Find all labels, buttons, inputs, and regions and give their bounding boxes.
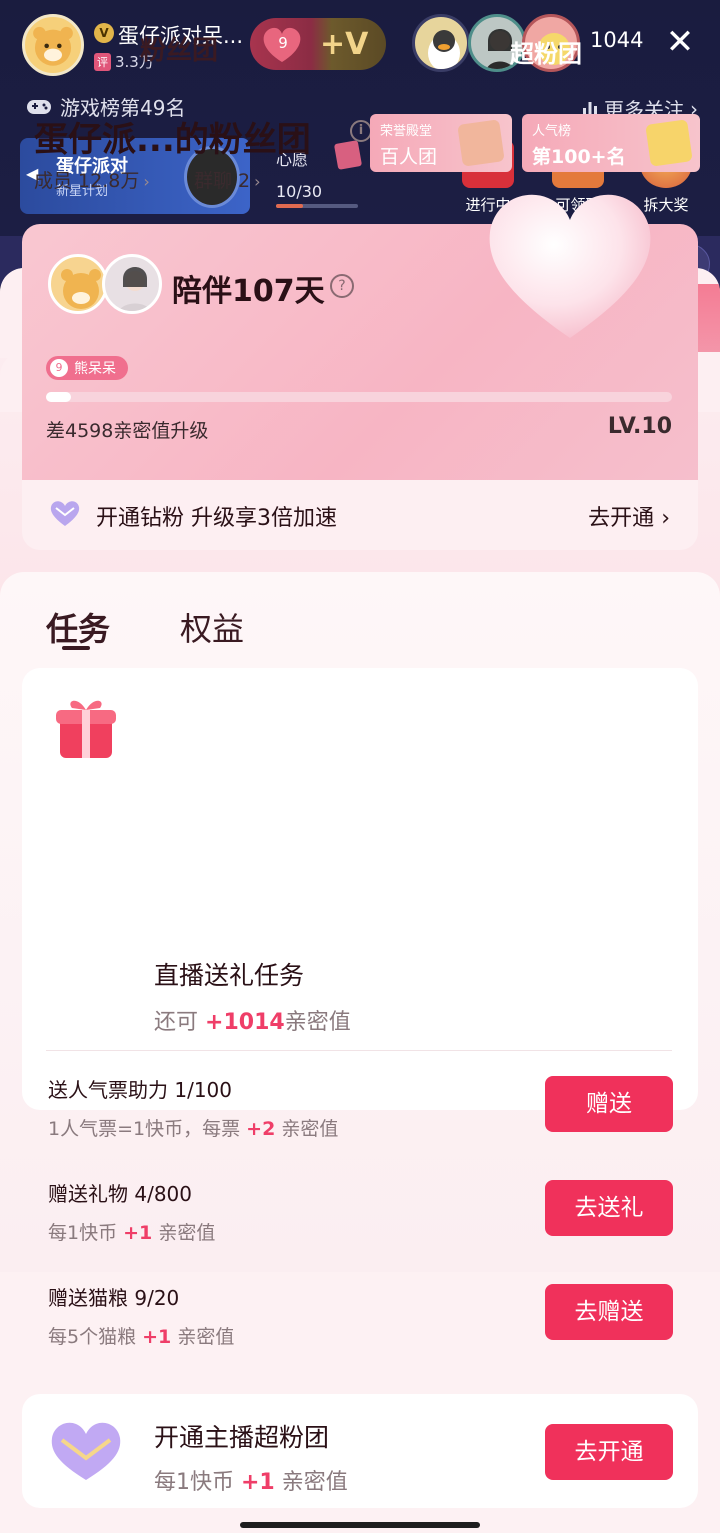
diamond-open-link[interactable]: 去开通 › xyxy=(588,500,670,532)
host-sub-tag: 评 xyxy=(94,52,111,71)
task-desc-prefix: 每1快币 xyxy=(48,1222,118,1244)
super-fan-task-title: 开通主播超粉团 xyxy=(154,1423,330,1452)
wish-progress-bar xyxy=(276,204,358,208)
tab-benefits[interactable]: 权益 xyxy=(180,604,244,650)
open-super-fan-button[interactable]: 去开通 xyxy=(545,1424,673,1480)
divider xyxy=(46,1050,672,1051)
host-avatar[interactable] xyxy=(22,14,84,76)
remaining-suffix: 亲密值 xyxy=(284,1010,351,1035)
next-level-label: LV.10 xyxy=(607,414,672,439)
follow-level: 9 xyxy=(278,34,288,52)
group-chat-link[interactable]: 群聊 2 › xyxy=(194,166,261,193)
fan-club-title: 蛋仔派...的粉丝团 xyxy=(34,120,311,160)
follow-action: +V xyxy=(320,26,369,62)
info-icon[interactable]: i xyxy=(350,120,372,142)
audience-avatar[interactable] xyxy=(412,14,470,72)
bear-mascot-icon xyxy=(33,26,73,66)
fan-level-name: 熊呆呆 xyxy=(74,361,116,377)
heart-level-icon: 9 xyxy=(250,18,314,70)
intimacy-progress-bar xyxy=(46,392,672,402)
members-link[interactable]: 成员 12.8万 › xyxy=(34,166,150,193)
members-label: 成员 12.8万 xyxy=(34,170,140,192)
tab-underline xyxy=(62,646,90,650)
host-avatar-small[interactable] xyxy=(102,254,162,314)
chevron-right-icon: › xyxy=(143,172,150,191)
send-vote-button[interactable]: 赠送 xyxy=(545,1076,673,1132)
task-desc-suffix: 亲密值 xyxy=(281,1118,339,1140)
group-chat-label: 群聊 2 xyxy=(194,170,251,192)
home-indicator[interactable] xyxy=(240,1522,480,1528)
task-desc-value: +2 xyxy=(246,1118,276,1140)
fan-level-number: 9 xyxy=(50,359,68,377)
task-vote-name: 送人气票助力 1/100 xyxy=(48,1078,232,1102)
task-gift-desc: 每1快币 +1 亲密值 xyxy=(48,1218,215,1245)
send-gift-button[interactable]: 去送礼 xyxy=(545,1180,673,1236)
task-desc-prefix: 每1快币 xyxy=(154,1470,234,1495)
diamond-fan-text: 开通钻粉 升级享3倍加速 xyxy=(96,506,337,531)
audience-count: 1044 xyxy=(590,28,644,52)
heart-decoration-icon xyxy=(489,194,651,338)
gift-task-title: 直播送礼任务 xyxy=(154,961,305,990)
honor-top: 人气榜 xyxy=(532,124,572,139)
question-icon[interactable]: ? xyxy=(330,274,354,298)
chevron-right-icon: › xyxy=(661,506,670,531)
honor-top: 荣誉殿堂 xyxy=(380,124,433,139)
diamond-heart-icon xyxy=(50,501,80,526)
task-desc-suffix: 亲密值 xyxy=(281,1470,348,1495)
wish-value: 10/30 xyxy=(276,182,323,201)
gift-task-remaining: 还可 +1014亲密值 xyxy=(154,1004,351,1036)
task-desc-suffix: 亲密值 xyxy=(177,1326,235,1348)
remaining-prefix: 还可 xyxy=(154,1010,199,1035)
fan-follow-button[interactable]: 9 +V xyxy=(250,18,386,70)
super-fan-task-desc: 每1快币 +1 亲密值 xyxy=(154,1464,348,1496)
honor-main: 百人团 xyxy=(380,146,438,168)
intimacy-needed: 差4598亲密值升级 xyxy=(46,420,209,442)
wish-card-icon xyxy=(333,140,363,170)
task-vote-desc: 1人气票=1快币，每票 +2 亲密值 xyxy=(48,1114,338,1141)
honor-hall-card[interactable]: 荣誉殿堂 百人团 xyxy=(370,114,512,172)
task-desc-prefix: 每5个猫粮 xyxy=(48,1326,137,1348)
purple-heart-icon xyxy=(51,1422,121,1480)
honor-scroll-icon xyxy=(457,119,505,167)
companion-days: 陪伴107天 xyxy=(172,274,325,309)
send-catfood-button[interactable]: 去赠送 xyxy=(545,1284,673,1340)
task-desc-suffix: 亲密值 xyxy=(158,1222,216,1244)
chevron-right-icon: › xyxy=(254,172,261,191)
tab-fan-club[interactable]: 粉丝团 xyxy=(140,30,218,67)
remaining-value: +1014 xyxy=(205,1010,285,1035)
fan-level-badge: 9 熊呆呆 xyxy=(46,356,128,380)
tab-super-fan[interactable]: 超粉团 xyxy=(510,34,582,69)
task-desc-value: +1 xyxy=(123,1222,153,1244)
task-desc-value: +1 xyxy=(241,1470,275,1495)
verified-icon: V xyxy=(94,23,114,43)
task-catfood-desc: 每5个猫粮 +1 亲密值 xyxy=(48,1322,234,1349)
gift-box-icon xyxy=(56,700,116,758)
task-desc-value: +1 xyxy=(142,1326,172,1348)
diamond-open-label: 去开通 xyxy=(588,506,655,531)
rank-ticket-icon xyxy=(645,119,693,167)
close-icon[interactable]: ✕ xyxy=(660,22,700,62)
task-catfood-name: 赠送猫粮 9/20 xyxy=(48,1286,180,1310)
honor-main: 第100+名 xyxy=(532,146,626,168)
popularity-rank-card[interactable]: 人气榜 第100+名 xyxy=(522,114,700,172)
task-desc-prefix: 1人气票=1快币，每票 xyxy=(48,1118,241,1140)
task-gift-name: 赠送礼物 4/800 xyxy=(48,1182,192,1206)
tab-tasks[interactable]: 任务 xyxy=(46,604,110,650)
fan-avatar[interactable] xyxy=(48,254,108,314)
